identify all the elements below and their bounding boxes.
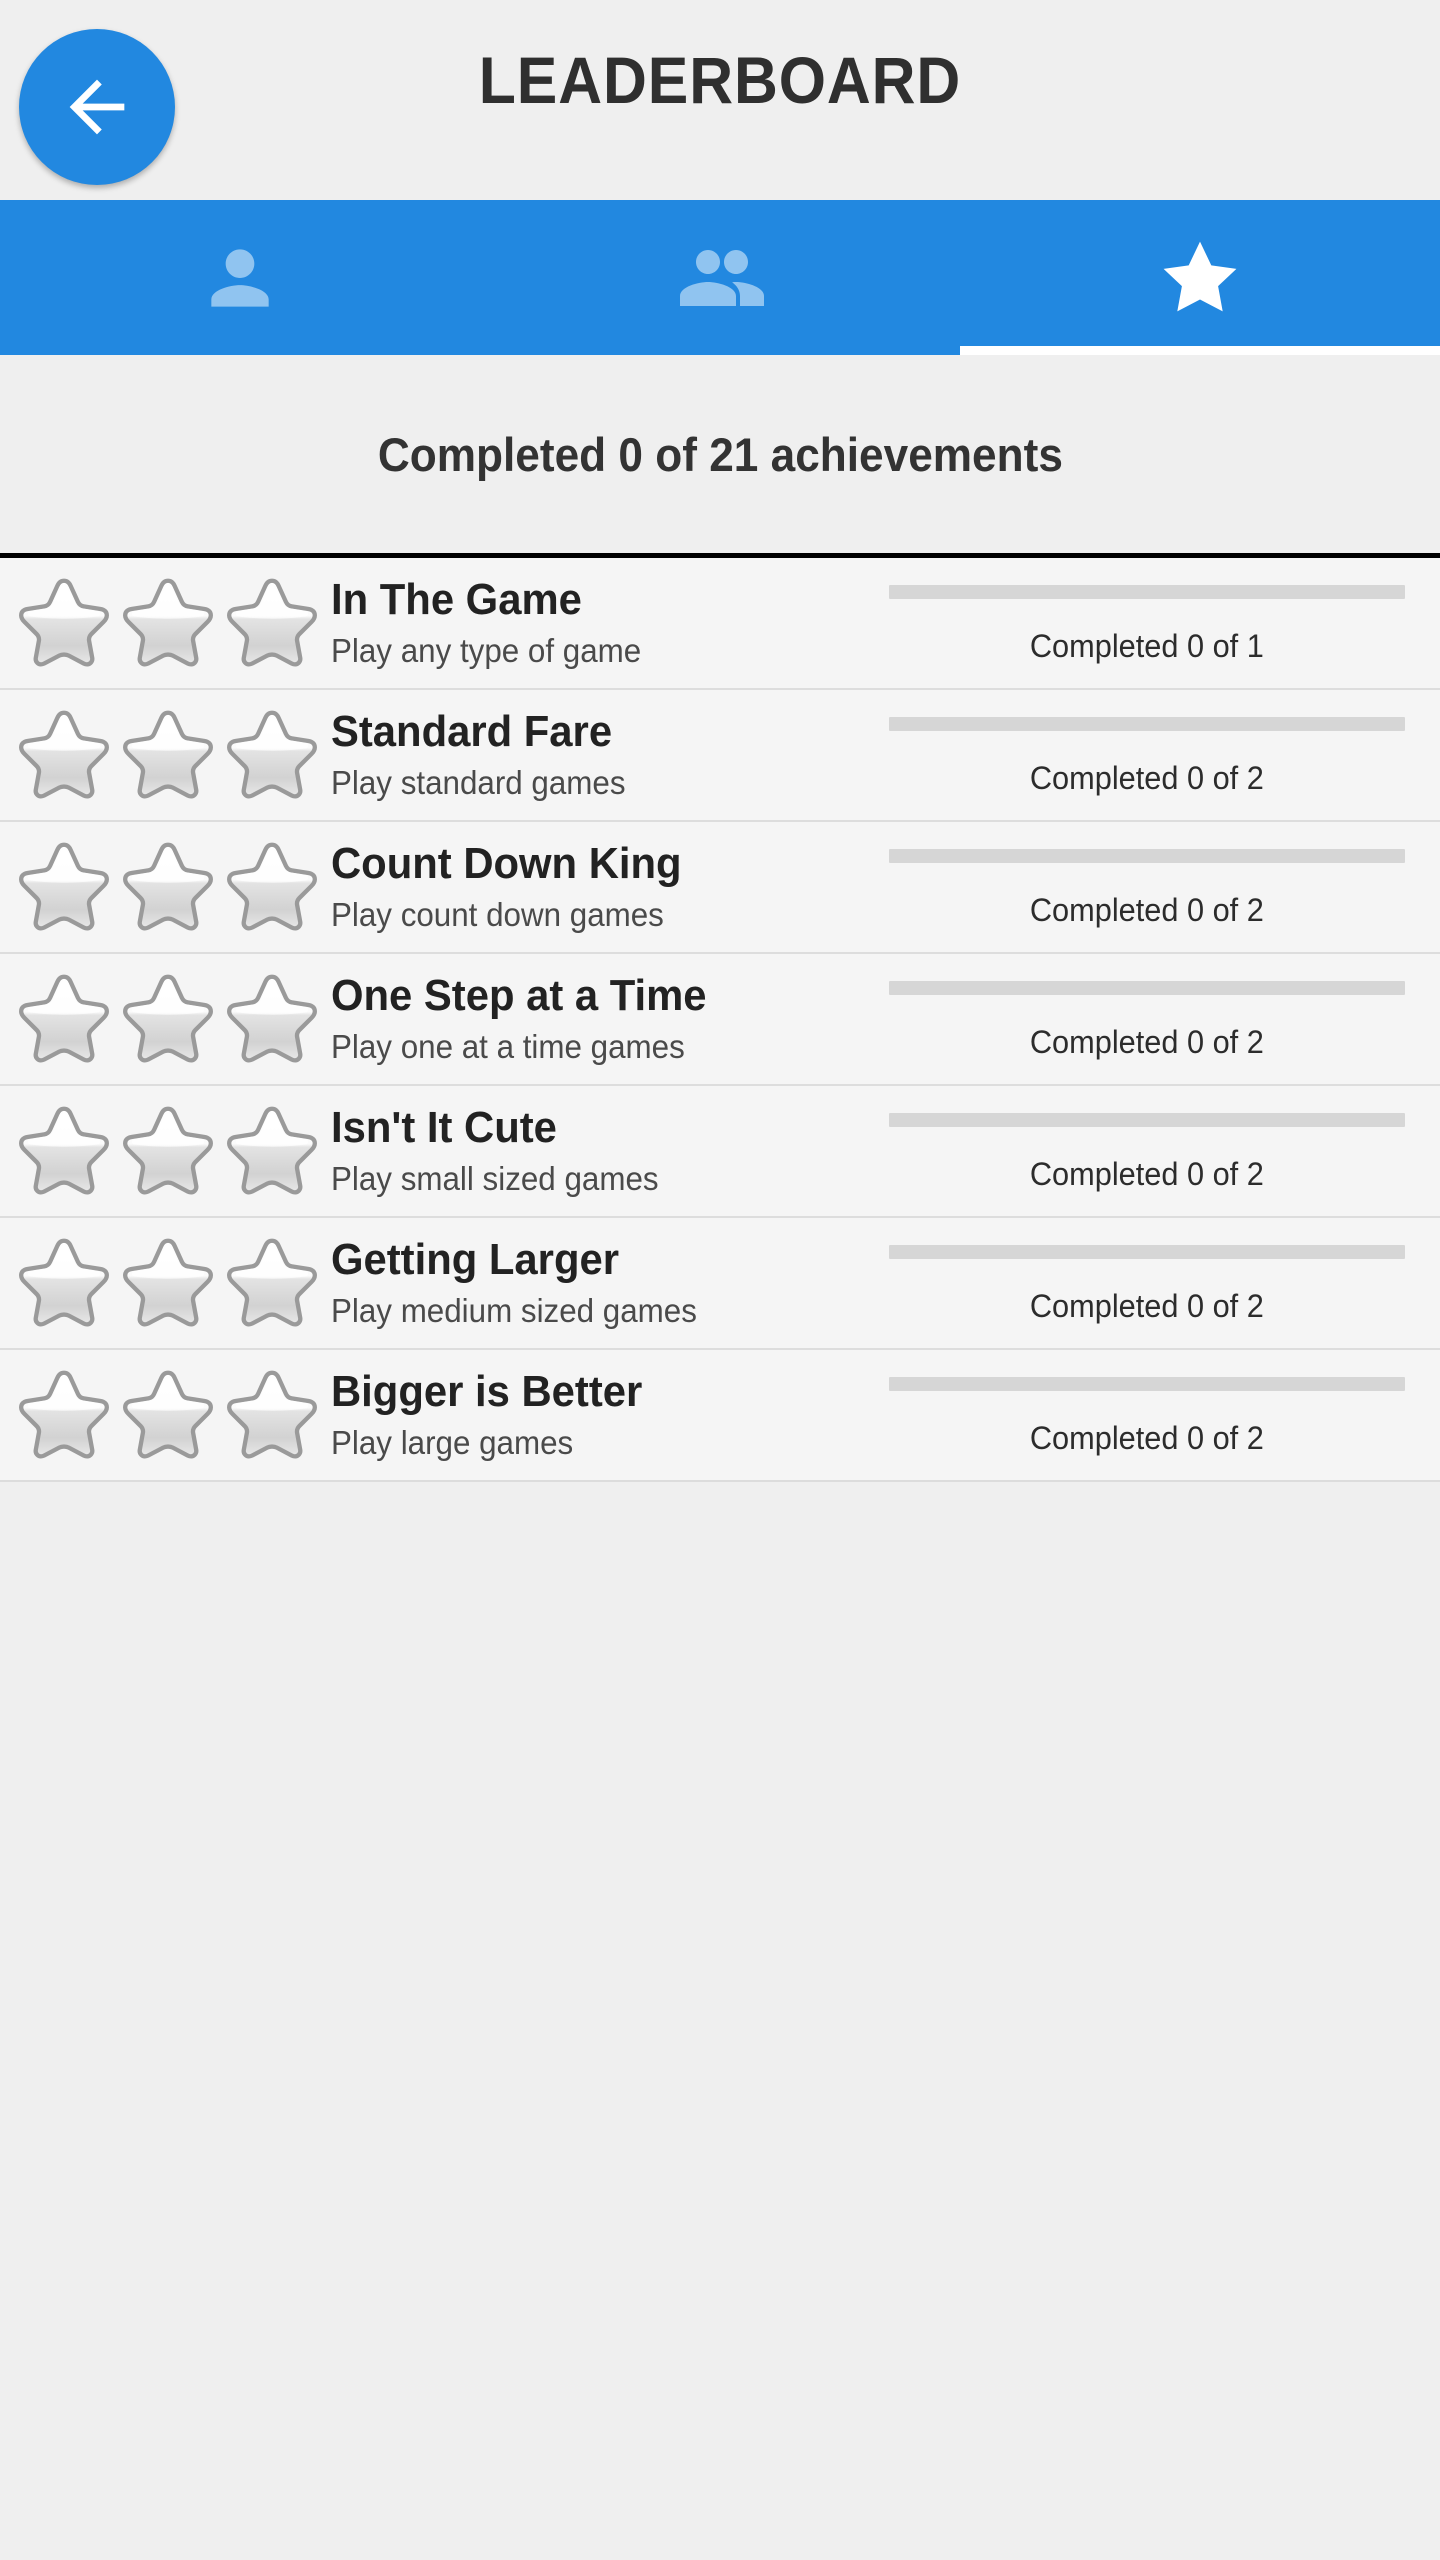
achievement-row[interactable]: One Step at a Time Play one at a time gam… [0,954,1440,1086]
achievement-title: Bigger is Better [331,1367,643,1416]
star-icon [16,575,112,671]
star-icon [120,971,216,1067]
star-icon [16,707,112,803]
star-icon [16,1367,112,1463]
achievement-title: In The Game [331,575,582,624]
star-icon [224,839,320,935]
star-icon [120,1235,216,1331]
achievement-progress: Completed 0 of 2 [875,1109,1440,1193]
achievement-progress: Completed 0 of 2 [875,845,1440,929]
achievement-row[interactable]: Getting Larger Play medium sized games Com… [0,1218,1440,1350]
achievement-stars [0,707,325,803]
progress-label: Completed 0 of 2 [1029,1156,1264,1192]
progress-label: Completed 0 of 2 [1029,1420,1264,1456]
achievement-title: Count Down King [331,839,682,888]
star-icon [120,707,216,803]
achievement-stars [0,1103,325,1199]
progress-bar [888,849,1405,863]
star-icon [224,707,320,803]
achievement-row[interactable]: Bigger is Better Play large games Complete… [0,1350,1440,1482]
star-icon [120,1367,216,1463]
achievement-text: Bigger is Better Play large games [325,1367,875,1463]
achievement-description: Play large games [331,1424,574,1461]
progress-bar [888,585,1405,599]
app-header: LEADERBOARD [0,0,1440,200]
achievement-title: One Step at a Time [331,971,707,1020]
achievement-text: In The Game Play any type of game [325,575,875,671]
person-icon [197,235,283,321]
achievement-text: Standard Fare Play standard games [325,707,875,803]
achievement-text: Count Down King Play count down games [325,839,875,935]
achievement-text: Getting Larger Play medium sized games [325,1235,875,1331]
achievement-progress: Completed 0 of 2 [875,1373,1440,1457]
tab-achievements[interactable] [960,200,1440,355]
page-title: LEADERBOARD [478,43,962,117]
achievement-row[interactable]: Standard Fare Play standard games Complete… [0,690,1440,822]
tab-selection-indicator [959,346,1440,355]
star-icon [120,575,216,671]
achievement-row[interactable]: In The Game Play any type of game Complete… [0,558,1440,690]
achievement-list: In The Game Play any type of game Complete… [0,558,1440,1482]
star-icon [224,575,320,671]
star-icon [224,1103,320,1199]
achievement-progress: Completed 0 of 2 [875,977,1440,1061]
progress-bar [888,1113,1405,1127]
progress-label: Completed 0 of 2 [1029,760,1264,796]
progress-label: Completed 0 of 2 [1029,892,1264,928]
progress-label: Completed 0 of 1 [1029,628,1264,664]
achievement-description: Play count down games [331,896,664,933]
star-icon [224,1235,320,1331]
achievement-text: One Step at a Time Play one at a time gam… [325,971,875,1067]
achievements-summary-text: Completed 0 of 21 achievements [377,427,1063,481]
achievement-description: Play one at a time games [331,1028,685,1065]
achievement-title: Standard Fare [331,707,613,756]
achievement-stars [0,1235,325,1331]
star-icon [16,971,112,1067]
star-icon [120,839,216,935]
achievement-progress: Completed 0 of 2 [875,1241,1440,1325]
achievement-description: Play any type of game [331,632,642,669]
tab-friends[interactable] [480,200,960,355]
star-icon [1154,232,1246,324]
achievement-stars [0,1367,325,1463]
group-icon [672,230,768,326]
tab-me[interactable] [0,200,480,355]
star-icon [16,839,112,935]
tab-bar [0,200,1440,355]
star-icon [16,1235,112,1331]
star-icon [16,1103,112,1199]
star-icon [224,971,320,1067]
achievement-description: Play standard games [331,764,626,801]
star-icon [120,1103,216,1199]
achievement-description: Play medium sized games [331,1292,697,1329]
progress-label: Completed 0 of 2 [1029,1024,1264,1060]
achievement-row[interactable]: Isn't It Cute Play small sized games Compl… [0,1086,1440,1218]
achievement-text: Isn't It Cute Play small sized games [325,1103,875,1199]
achievement-progress: Completed 0 of 2 [875,713,1440,797]
achievement-stars [0,971,325,1067]
progress-bar [888,717,1405,731]
achievement-title: Getting Larger [331,1235,619,1284]
achievement-description: Play small sized games [331,1160,659,1197]
achievement-stars [0,575,325,671]
achievement-stars [0,839,325,935]
star-icon [224,1367,320,1463]
progress-bar [888,1245,1405,1259]
achievement-progress: Completed 0 of 1 [875,581,1440,665]
progress-bar [888,981,1405,995]
progress-bar [888,1377,1405,1391]
achievement-row[interactable]: Count Down King Play count down games Comp… [0,822,1440,954]
progress-label: Completed 0 of 2 [1029,1288,1264,1324]
achievements-summary: Completed 0 of 21 achievements [0,355,1440,553]
achievement-title: Isn't It Cute [331,1103,557,1152]
